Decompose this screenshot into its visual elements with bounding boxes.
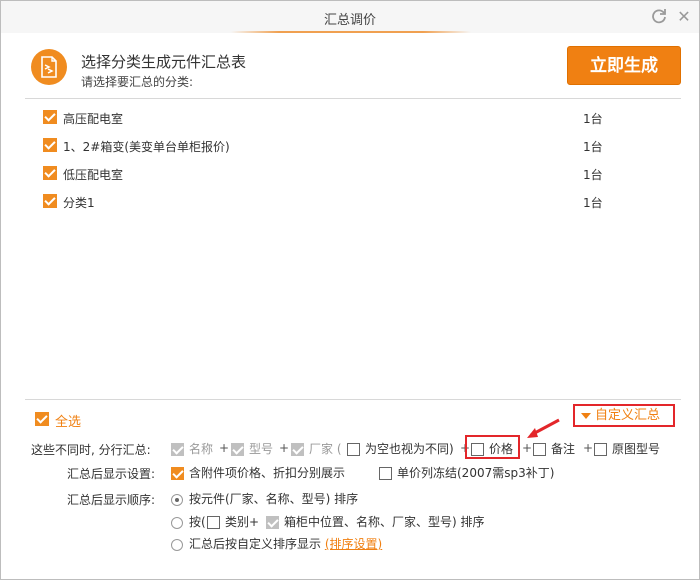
remark-option[interactable]: 备注	[533, 440, 575, 457]
category-count: 1台	[583, 196, 603, 210]
position-suboption[interactable]: 箱柜中位置、名称、厂家、型号) 排序	[266, 513, 485, 530]
order-by-custom-radio[interactable]	[171, 538, 183, 551]
order-by-category-radio[interactable]	[171, 516, 183, 529]
include-attach-checkbox[interactable]	[171, 467, 184, 480]
select-all-checkbox[interactable]	[35, 411, 49, 426]
original-model-option[interactable]: 原图型号	[594, 440, 660, 457]
empty-diff-checkbox[interactable]	[347, 443, 360, 456]
header-subtitle: 请选择要汇总的分类:	[81, 75, 194, 89]
display-settings-label: 汇总后显示设置:	[67, 467, 156, 481]
remark-label: 备注	[551, 442, 576, 456]
order-by-prefix-label: 按(	[189, 515, 206, 529]
empty-diff-option[interactable]: 为空也视为不同)	[347, 440, 454, 457]
order-by-component-radio[interactable]	[171, 493, 183, 506]
freeze-price-option[interactable]: 单价列冻结(2007需sp3补丁)	[379, 464, 554, 481]
list-item[interactable]: 分类1 1台	[43, 193, 643, 221]
model-checkbox[interactable]	[231, 443, 244, 456]
category-count: 1台	[583, 168, 603, 182]
category-checkbox[interactable]	[43, 138, 57, 152]
freeze-price-checkbox[interactable]	[379, 467, 392, 480]
category-list: 高压配电室 1台 1、2#箱变(美变单台单柜报价) 1台 低压配电室 1台 分类…	[43, 109, 643, 221]
name-option[interactable]: 名称	[171, 440, 213, 457]
plus-sign: +	[279, 441, 290, 455]
plus-sign: +	[583, 441, 594, 455]
model-label: 型号	[249, 442, 274, 456]
select-all-label: 全选	[55, 415, 82, 430]
category-label: 分类1	[63, 196, 95, 210]
close-icon[interactable]: ✕	[675, 8, 693, 26]
order-by-component-label: 按元件(厂家、名称、型号) 排序	[189, 492, 359, 506]
include-attach-label: 含附件项价格、折扣分别展示	[189, 466, 346, 480]
position-sub-checkbox[interactable]	[266, 516, 279, 529]
select-all[interactable]: 全选	[35, 411, 81, 430]
summary-price-window: 汇总调价 ✕ 选择分类生成元件汇总表 请选择要汇总的分类: 立即生成 高压配电室…	[0, 0, 700, 580]
original-model-label: 原图型号	[612, 442, 661, 456]
vendor-label: 厂家 (	[309, 442, 342, 456]
category-sub-label: 类别+	[225, 515, 260, 529]
model-option[interactable]: 型号	[231, 440, 273, 457]
category-count: 1台	[583, 140, 603, 154]
name-label: 名称	[189, 442, 214, 456]
header-title: 选择分类生成元件汇总表	[81, 53, 247, 71]
triangle-down-icon	[581, 412, 591, 419]
freeze-price-label: 单价列冻结(2007需sp3补丁)	[397, 466, 555, 480]
custom-summary-label: 自定义汇总	[595, 408, 661, 423]
category-label: 低压配电室	[63, 168, 124, 182]
vendor-option[interactable]: 厂家 (	[291, 440, 342, 457]
refresh-icon[interactable]	[650, 8, 668, 26]
plus-sign: +	[219, 441, 230, 455]
document-icon	[31, 49, 67, 85]
order-by-category-option[interactable]: 按(	[171, 513, 206, 530]
category-count: 1台	[583, 112, 603, 126]
vendor-checkbox[interactable]	[291, 443, 304, 456]
order-by-component-option[interactable]: 按元件(厂家、名称、型号) 排序	[171, 490, 358, 507]
order-by-custom-option[interactable]: 汇总后按自定义排序显示 (排序设置)	[171, 535, 382, 552]
title-bar: 汇总调价 ✕	[1, 1, 699, 33]
divider	[25, 399, 681, 400]
category-checkbox[interactable]	[43, 110, 57, 124]
category-label: 1、2#箱变(美变单台单柜报价)	[63, 140, 230, 154]
position-sub-label: 箱柜中位置、名称、厂家、型号) 排序	[284, 515, 485, 529]
list-item[interactable]: 1、2#箱变(美变单台单柜报价) 1台	[43, 137, 643, 165]
group-by-label: 这些不同时, 分行汇总:	[31, 443, 151, 457]
original-model-checkbox[interactable]	[594, 443, 607, 456]
list-item[interactable]: 低压配电室 1台	[43, 165, 643, 193]
list-item[interactable]: 高压配电室 1台	[43, 109, 643, 137]
name-checkbox[interactable]	[171, 443, 184, 456]
divider	[25, 98, 681, 99]
include-attach-option[interactable]: 含附件项价格、折扣分别展示	[171, 464, 345, 481]
category-label: 高压配电室	[63, 112, 124, 126]
empty-diff-label: 为空也视为不同)	[365, 442, 454, 456]
sort-settings-link[interactable]: (排序设置)	[325, 537, 382, 551]
category-suboption[interactable]: 类别+	[207, 513, 259, 530]
category-sub-checkbox[interactable]	[207, 516, 220, 529]
display-order-label: 汇总后显示顺序:	[67, 493, 156, 507]
order-by-custom-label: 汇总后按自定义排序显示	[189, 537, 322, 551]
custom-summary-button[interactable]: 自定义汇总	[573, 404, 675, 427]
generate-now-button[interactable]: 立即生成	[567, 46, 681, 85]
plus-sign: +	[522, 441, 533, 455]
remark-checkbox[interactable]	[533, 443, 546, 456]
category-checkbox[interactable]	[43, 194, 57, 208]
category-checkbox[interactable]	[43, 166, 57, 180]
title-accent-line	[231, 31, 471, 33]
red-arrow-icon	[527, 418, 560, 438]
window-title: 汇总调价	[323, 13, 376, 28]
price-highlight-box	[465, 435, 520, 459]
